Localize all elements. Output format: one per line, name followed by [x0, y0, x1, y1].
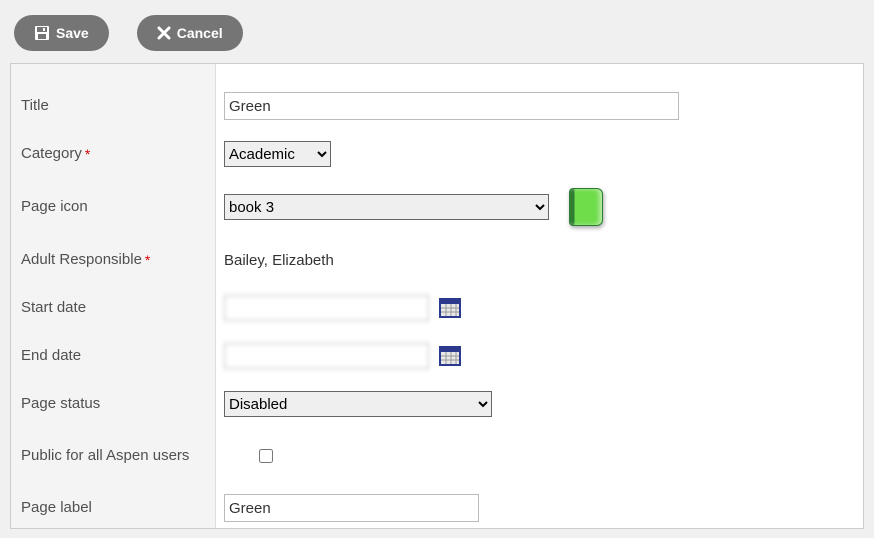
label-page-status: Page status: [21, 394, 100, 414]
required-mark: *: [145, 252, 150, 268]
public-all-checkbox[interactable]: [259, 449, 273, 463]
required-mark: *: [85, 146, 90, 162]
start-date-calendar-button[interactable]: [439, 298, 461, 318]
book-icon: [569, 188, 603, 226]
label-page-label: Page label: [21, 498, 92, 518]
title-input[interactable]: [224, 92, 679, 120]
save-button[interactable]: Save: [14, 15, 109, 51]
page-icon-select[interactable]: book 3: [224, 194, 549, 220]
label-category: Category: [21, 144, 82, 164]
cancel-button[interactable]: Cancel: [137, 15, 243, 51]
label-page-icon: Page icon: [21, 197, 88, 217]
save-icon: [34, 25, 50, 41]
calendar-icon: [439, 346, 461, 366]
page-label-input[interactable]: [224, 494, 479, 522]
save-button-label: Save: [56, 25, 89, 41]
close-icon: [157, 26, 171, 40]
form-fields-column: Academic book 3 Bailey, Elizabeth: [216, 64, 863, 528]
calendar-icon: [439, 298, 461, 318]
label-public-all: Public for all Aspen users: [21, 447, 189, 466]
end-date-calendar-button[interactable]: [439, 346, 461, 366]
label-adult-responsible: Adult Responsible: [21, 250, 142, 270]
page-status-select[interactable]: Disabled: [224, 391, 492, 417]
label-title: Title: [21, 96, 49, 116]
adult-responsible-value: Bailey, Elizabeth: [224, 252, 334, 269]
category-select[interactable]: Academic: [224, 141, 331, 167]
toolbar: Save Cancel: [10, 10, 864, 63]
cancel-button-label: Cancel: [177, 25, 223, 41]
start-date-input[interactable]: [224, 295, 429, 321]
label-start-date: Start date: [21, 298, 86, 318]
label-end-date: End date: [21, 346, 81, 366]
form-labels-column: Title Category* Page icon Adult Responsi…: [11, 64, 216, 528]
form-panel: Title Category* Page icon Adult Responsi…: [10, 63, 864, 529]
end-date-input[interactable]: [224, 343, 429, 369]
